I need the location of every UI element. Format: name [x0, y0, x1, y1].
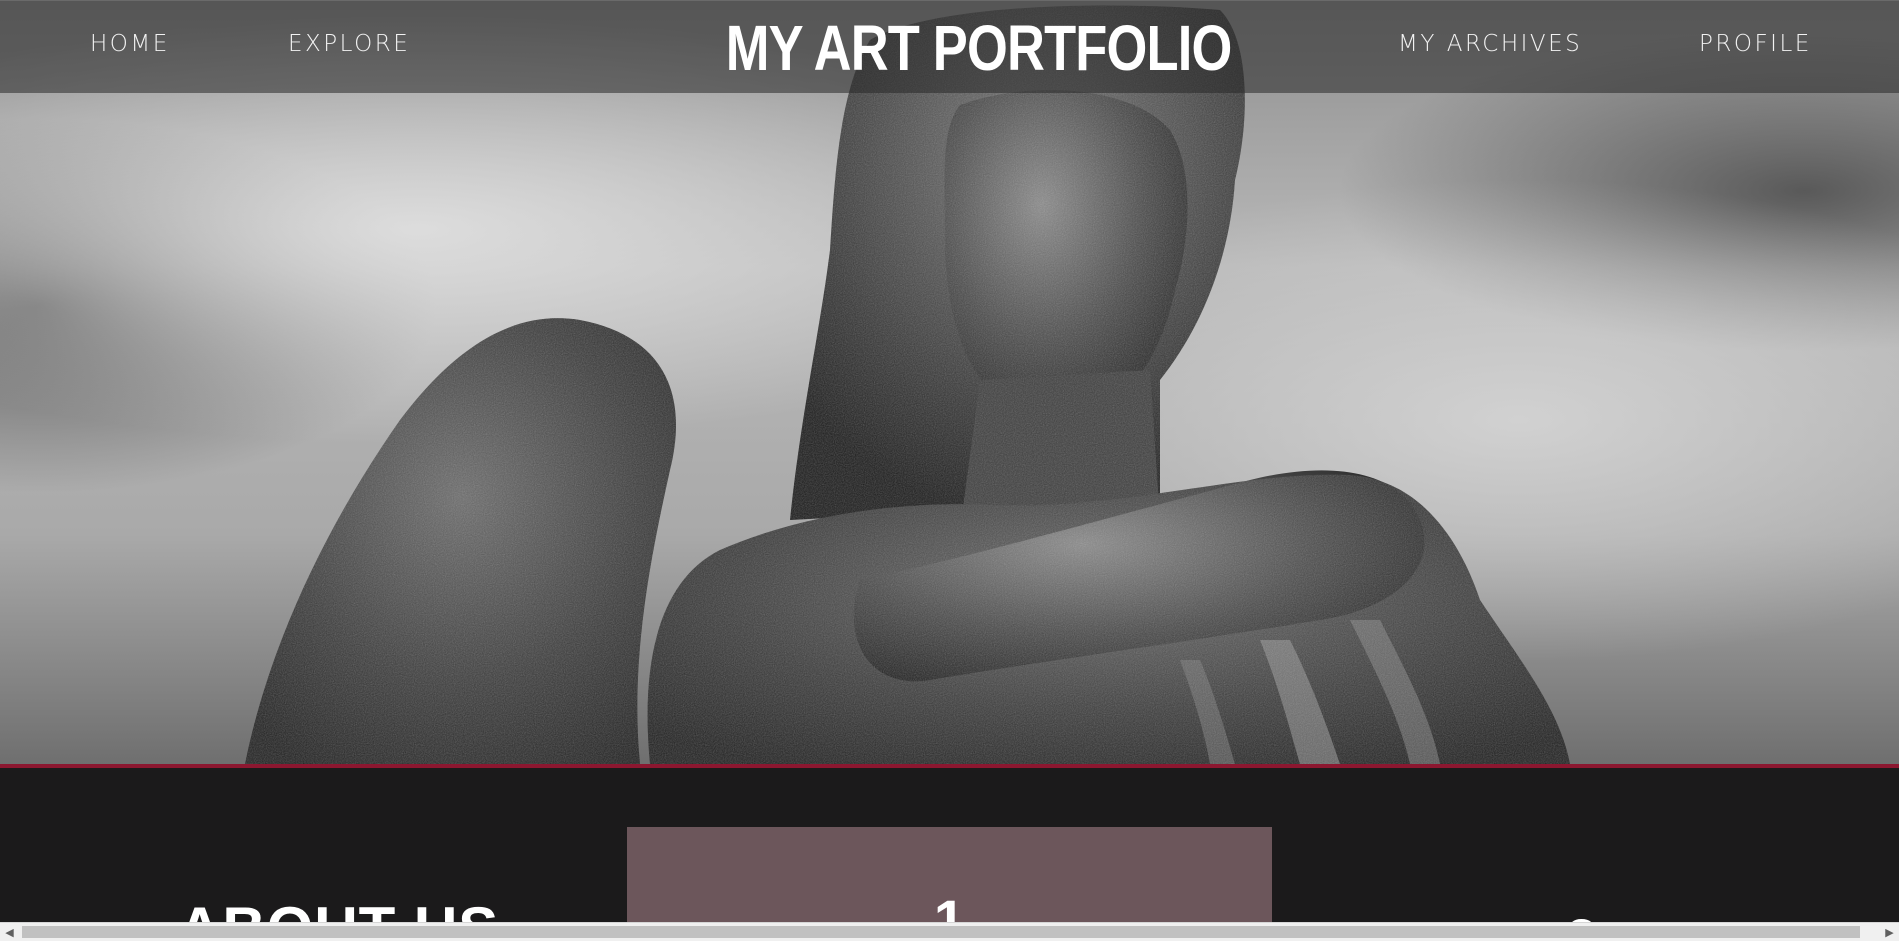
site-title[interactable]: MY ART PORTFOLIO	[726, 11, 1233, 85]
hero-banner	[0, 0, 1899, 764]
statue-image	[245, 5, 1570, 764]
nav-link-home[interactable]: HOME	[90, 31, 170, 57]
top-navigation: HOME EXPLORE MY ART PORTFOLIO MY ARCHIVE…	[0, 0, 1899, 93]
nav-link-profile[interactable]: PROFILE	[1699, 31, 1812, 57]
nav-link-my-archives[interactable]: MY ARCHIVES	[1398, 31, 1582, 57]
scroll-right-arrow-icon[interactable]: ▶	[1880, 923, 1899, 941]
scrollbar-thumb[interactable]	[22, 926, 1860, 938]
scroll-left-arrow-icon[interactable]: ◀	[0, 923, 19, 941]
nav-link-explore[interactable]: EXPLORE	[288, 31, 410, 57]
about-section: ABOUT US 1 2	[0, 768, 1899, 941]
horizontal-scrollbar[interactable]: ◀ ▶	[0, 922, 1899, 941]
